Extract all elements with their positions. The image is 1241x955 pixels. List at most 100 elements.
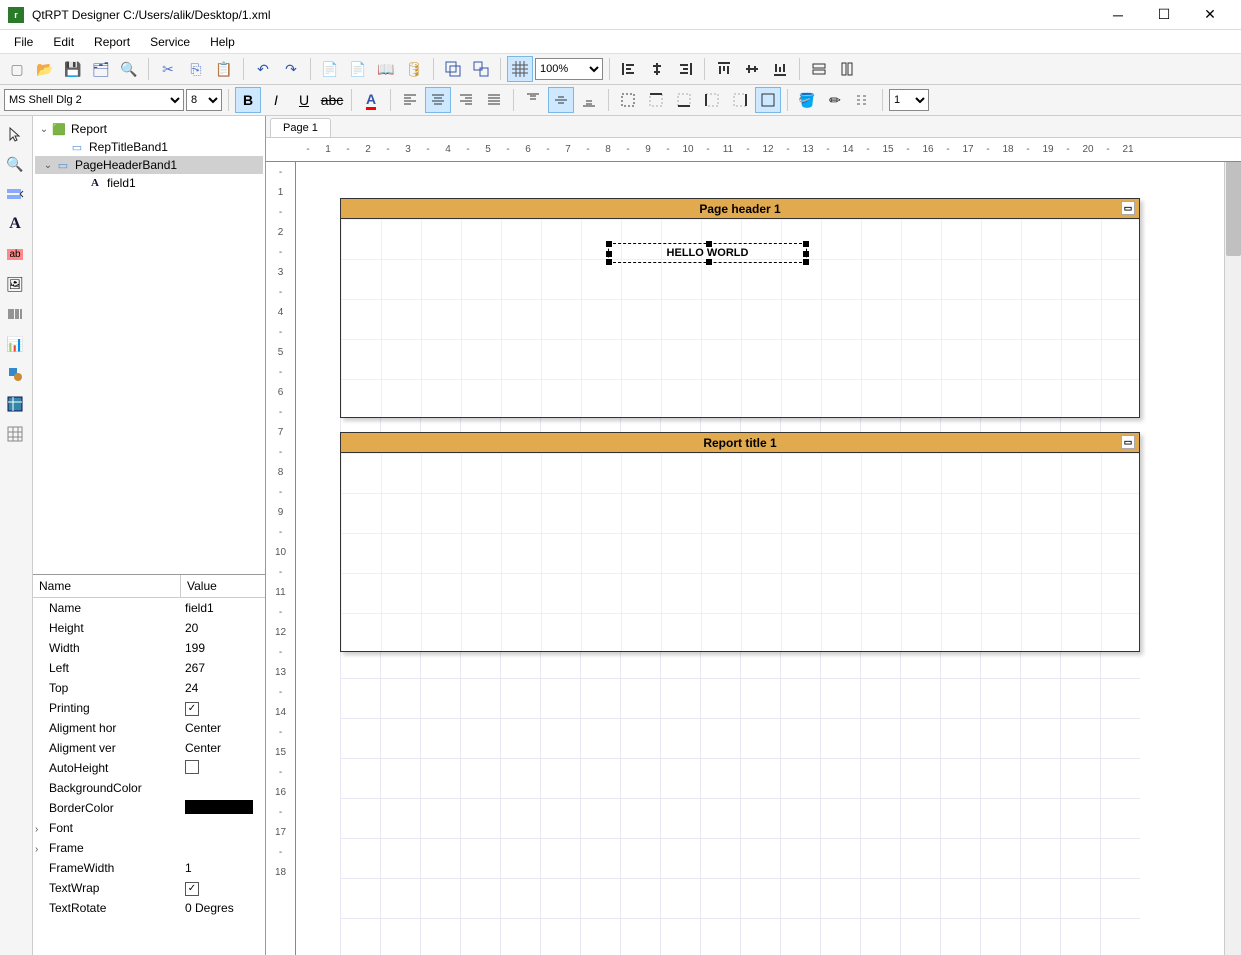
- page-header-band[interactable]: Page header 1 ▭ HELLO WORLD: [340, 198, 1140, 418]
- selected-field[interactable]: HELLO WORLD: [608, 243, 807, 263]
- band-tool[interactable]: [0, 180, 30, 208]
- property-value[interactable]: 267: [181, 661, 265, 675]
- report-page[interactable]: Page header 1 ▭ HELLO WORLD: [340, 198, 1140, 955]
- border-none-button[interactable]: [755, 87, 781, 113]
- ungroup-button[interactable]: [468, 56, 494, 82]
- grid-button[interactable]: [507, 56, 533, 82]
- group-button[interactable]: [440, 56, 466, 82]
- align-bottom-button[interactable]: [767, 56, 793, 82]
- tree-root[interactable]: ⌄ 🟩 Report: [35, 120, 263, 138]
- align-left-button[interactable]: [616, 56, 642, 82]
- property-row[interactable]: Namefield1: [33, 598, 265, 618]
- property-value[interactable]: 199: [181, 641, 265, 655]
- property-row[interactable]: Aligment horCenter: [33, 718, 265, 738]
- open-button[interactable]: 📂: [32, 56, 58, 82]
- property-row[interactable]: FrameWidth1: [33, 858, 265, 878]
- valign-center-button[interactable]: [548, 87, 574, 113]
- tree-item[interactable]: A field1: [35, 174, 263, 192]
- tree-item[interactable]: ▭ RepTitleBand1: [35, 138, 263, 156]
- undo-button[interactable]: ↶: [250, 56, 276, 82]
- table-tool[interactable]: [0, 420, 30, 448]
- menu-help[interactable]: Help: [200, 31, 245, 53]
- property-value[interactable]: ✓: [181, 700, 265, 716]
- border-right-button[interactable]: [727, 87, 753, 113]
- band-collapse-icon[interactable]: ▭: [1121, 435, 1135, 449]
- property-row[interactable]: Left267: [33, 658, 265, 678]
- new-button[interactable]: ▢: [4, 56, 30, 82]
- font-size-select[interactable]: 8: [186, 89, 222, 111]
- text-align-left-button[interactable]: [397, 87, 423, 113]
- save-all-button[interactable]: 🗂: [88, 56, 114, 82]
- align-top-button[interactable]: [711, 56, 737, 82]
- tree-item[interactable]: ⌄ ▭ PageHeaderBand1: [35, 156, 263, 174]
- property-row[interactable]: ›Frame: [33, 838, 265, 858]
- datasource-button[interactable]: 🛢: [401, 56, 427, 82]
- delete-page-button[interactable]: 📄: [345, 56, 371, 82]
- font-color-button[interactable]: A: [358, 87, 384, 113]
- menu-report[interactable]: Report: [84, 31, 140, 53]
- page-tab[interactable]: Page 1: [270, 118, 331, 137]
- close-button[interactable]: ✕: [1187, 0, 1233, 30]
- bold-button[interactable]: B: [235, 87, 261, 113]
- expand-icon[interactable]: ›: [35, 824, 47, 835]
- border-bottom-button[interactable]: [671, 87, 697, 113]
- menu-service[interactable]: Service: [140, 31, 200, 53]
- band-header[interactable]: Report title 1 ▭: [341, 433, 1139, 453]
- crosstab-tool[interactable]: [0, 390, 30, 418]
- property-row[interactable]: AutoHeight: [33, 758, 265, 778]
- border-style-button[interactable]: [850, 87, 876, 113]
- border-top-button[interactable]: [643, 87, 669, 113]
- property-row[interactable]: TextRotate0 Degres: [33, 898, 265, 918]
- property-row[interactable]: Aligment verCenter: [33, 738, 265, 758]
- property-value[interactable]: field1: [181, 601, 265, 615]
- text-align-justify-button[interactable]: [481, 87, 507, 113]
- cut-button[interactable]: ✂: [155, 56, 181, 82]
- chevron-down-icon[interactable]: ⌄: [37, 124, 51, 135]
- chevron-down-icon[interactable]: ⌄: [41, 160, 55, 171]
- shape-tool[interactable]: [0, 360, 30, 388]
- font-family-select[interactable]: MS Shell Dlg 2: [4, 89, 184, 111]
- image-tool[interactable]: 🖼: [0, 270, 30, 298]
- new-page-button[interactable]: 📄: [317, 56, 343, 82]
- page-settings-button[interactable]: 📖: [373, 56, 399, 82]
- preview-button[interactable]: 🔍: [116, 56, 142, 82]
- property-row[interactable]: Printing✓: [33, 698, 265, 718]
- property-grid[interactable]: Name Value Namefield1Height20Width199Lef…: [33, 575, 265, 955]
- border-color-button[interactable]: ✏: [822, 87, 848, 113]
- property-value[interactable]: Center: [181, 721, 265, 735]
- strikethrough-button[interactable]: abc: [319, 87, 345, 113]
- line-width-select[interactable]: 1: [889, 89, 929, 111]
- minimize-button[interactable]: ─: [1095, 0, 1141, 30]
- property-value[interactable]: [181, 800, 265, 817]
- property-row[interactable]: Height20: [33, 618, 265, 638]
- same-width-button[interactable]: [806, 56, 832, 82]
- textrich-tool[interactable]: ab: [0, 240, 30, 268]
- magnify-tool[interactable]: 🔍: [0, 150, 30, 178]
- property-value[interactable]: 24: [181, 681, 265, 695]
- property-row[interactable]: TextWrap✓: [33, 878, 265, 898]
- align-center-h-button[interactable]: [644, 56, 670, 82]
- band-collapse-icon[interactable]: ▭: [1121, 201, 1135, 215]
- expand-icon[interactable]: ›: [35, 844, 47, 855]
- paste-button[interactable]: 📋: [211, 56, 237, 82]
- redo-button[interactable]: ↷: [278, 56, 304, 82]
- checkbox[interactable]: [185, 760, 199, 774]
- select-tool[interactable]: [0, 120, 30, 148]
- vertical-scrollbar[interactable]: ▲: [1224, 138, 1241, 955]
- text-align-center-button[interactable]: [425, 87, 451, 113]
- canvas-scroll[interactable]: -1-2-3-4-5-6-7-8-9-10-11-12-13-14-15-16-…: [266, 138, 1241, 955]
- report-title-band[interactable]: Report title 1 ▭: [340, 432, 1140, 652]
- text-tool[interactable]: A: [0, 210, 30, 238]
- save-button[interactable]: 💾: [60, 56, 86, 82]
- checkbox[interactable]: ✓: [185, 702, 199, 716]
- property-row[interactable]: Top24: [33, 678, 265, 698]
- border-all-button[interactable]: [615, 87, 641, 113]
- same-height-button[interactable]: [834, 56, 860, 82]
- maximize-button[interactable]: ☐: [1141, 0, 1187, 30]
- property-row[interactable]: Width199: [33, 638, 265, 658]
- italic-button[interactable]: I: [263, 87, 289, 113]
- report-tree[interactable]: ⌄ 🟩 Report ▭ RepTitleBand1 ⌄ ▭ PageHeade…: [33, 116, 265, 575]
- barcode-tool[interactable]: [0, 300, 30, 328]
- property-value[interactable]: ✓: [181, 880, 265, 896]
- property-row[interactable]: BackgroundColor: [33, 778, 265, 798]
